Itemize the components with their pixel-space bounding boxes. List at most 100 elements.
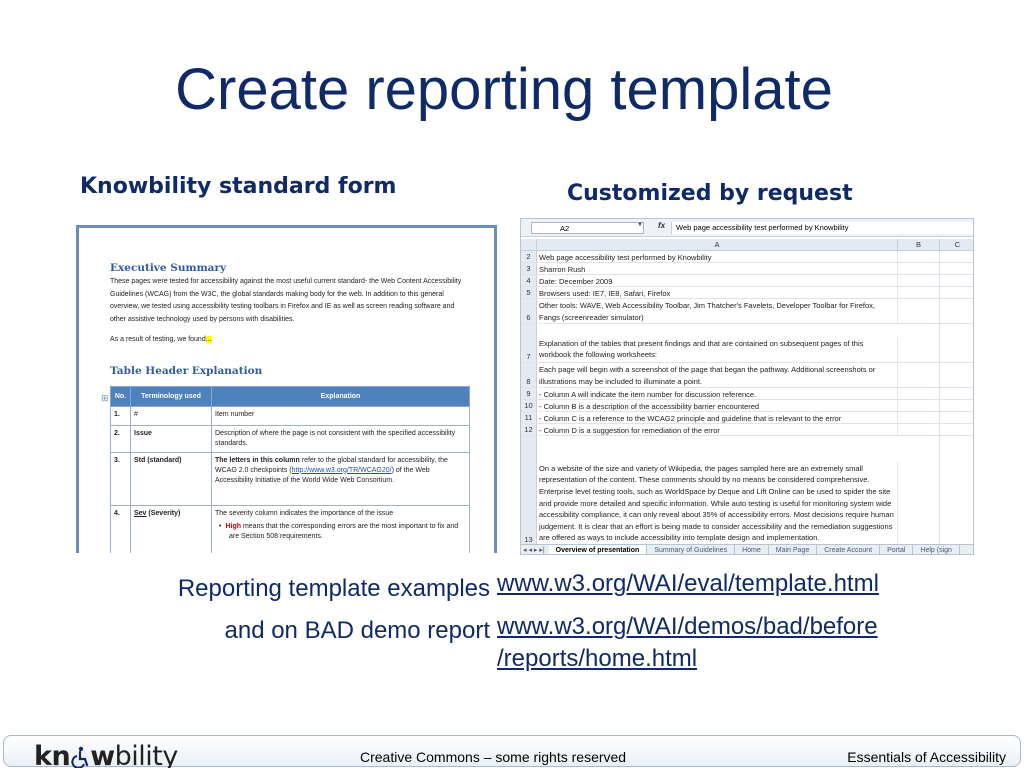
name-box[interactable]: A2 — [531, 222, 644, 234]
cell-b[interactable] — [898, 436, 940, 545]
cell-c[interactable] — [940, 263, 973, 274]
function-icon[interactable]: fx — [658, 221, 665, 230]
cell-b[interactable] — [898, 275, 940, 286]
row-term: Std (standard) — [130, 451, 212, 506]
sheet-tab-summary[interactable]: Summary of Guidelines — [647, 545, 736, 554]
standard-form-screenshot: ⊞ Executive Summary These pages were tes… — [76, 225, 497, 553]
formula-input[interactable]: Web page accessibility test performed by… — [671, 222, 973, 234]
cell-c[interactable] — [940, 324, 973, 362]
cell-a[interactable]: Date: December 2009 — [537, 275, 898, 286]
cell-a[interactable]: Explanation of the tables that present f… — [537, 336, 898, 362]
select-all-corner[interactable] — [521, 239, 537, 251]
cell-b[interactable] — [898, 388, 940, 399]
cell-a[interactable]: - Column A will indicate the item number… — [537, 388, 898, 399]
table-row: 1. # Item number — [110, 405, 470, 426]
sheet-row: 6 Other tools: WAVE, Web Accessibility To… — [521, 299, 973, 324]
cell-a[interactable]: - Column B is a description of the acces… — [537, 400, 898, 411]
wheelchair-o-icon — [71, 746, 89, 768]
slide-title: Create reporting template — [175, 57, 833, 122]
cell-b[interactable] — [898, 251, 940, 262]
chevron-down-icon[interactable]: ▼ — [637, 222, 643, 228]
result-highlight: ... — [205, 336, 212, 343]
row-number[interactable]: 12 — [521, 424, 537, 435]
cell-b[interactable] — [898, 263, 940, 274]
cell-c[interactable] — [940, 388, 973, 399]
cell-a[interactable]: Other tools: WAVE, Web Accessibility Too… — [537, 299, 898, 323]
row-number: 3. — [110, 451, 131, 506]
sheet-tab-home[interactable]: Home — [735, 545, 769, 554]
cell-b[interactable] — [898, 287, 940, 298]
row-number[interactable]: 11 — [521, 412, 537, 423]
cell-a[interactable]: Sharron Rush — [537, 263, 898, 274]
row-number: 1. — [110, 405, 131, 426]
sheet-row: 7 Explanation of the tables that present … — [521, 324, 973, 363]
cell-b[interactable] — [898, 424, 940, 435]
cell-a[interactable]: Browsers used: IE7, IE8, Safari, Firefox — [537, 287, 898, 298]
bad-demo-url-link[interactable]: www.w3.org/WAI/demos/bad/before — [497, 613, 878, 641]
cell-c[interactable] — [940, 412, 973, 423]
cell-c[interactable] — [940, 424, 973, 435]
table-header-row: No. Terminology used Explanation — [110, 385, 470, 407]
cell-c[interactable] — [940, 275, 973, 286]
row-number[interactable]: 9 — [521, 388, 537, 399]
row-number[interactable]: 2 — [521, 251, 537, 262]
column-header-b[interactable]: B — [898, 239, 940, 251]
table-row: 4. Sev (Severity) The severity column in… — [110, 504, 470, 553]
table-header-explanation-heading: Table Header Explanation — [110, 364, 263, 377]
row-term: # — [130, 405, 212, 426]
sheet-row: 5 Browsers used: IE7, IE8, Safari, Firefo… — [521, 287, 973, 299]
cell-c[interactable] — [940, 299, 973, 323]
bad-demo-url-link-continued[interactable]: /reports/home.html — [497, 645, 697, 673]
column-header-row: A B C — [521, 239, 973, 251]
bullet-text: means that the corresponding errors are … — [229, 522, 459, 540]
cell-b[interactable] — [898, 412, 940, 423]
cell-a[interactable]: - Column C is a reference to the WCAG2 p… — [537, 412, 898, 423]
cell-a[interactable]: Web page accessibility test performed by… — [537, 251, 898, 262]
cell-c[interactable] — [940, 363, 973, 387]
wcag20-link[interactable]: http://www.w3.org/TR/WCAG20/ — [292, 467, 392, 474]
sheet-row: 2 Web page accessibility test performed b… — [521, 251, 973, 263]
cell-b[interactable] — [898, 299, 940, 323]
sheet-row: 9 - Column A will indicate the item numb… — [521, 388, 973, 400]
row-term: Sev (Severity) — [130, 504, 212, 553]
executive-summary-text: These pages were tested for accessibilit… — [110, 278, 462, 323]
row-number[interactable]: 5 — [521, 287, 537, 298]
cell-c[interactable] — [940, 436, 973, 545]
row-explanation: Description of where the page is not con… — [211, 424, 470, 453]
cell-c[interactable] — [940, 287, 973, 298]
row-number[interactable]: 7 — [521, 324, 537, 362]
column-header-a[interactable]: A — [537, 239, 898, 251]
row-explanation: The letters in this column refer to the … — [211, 451, 470, 506]
sheet-tab-create-account[interactable]: Create Account — [817, 545, 881, 554]
row-term: Issue — [130, 424, 212, 453]
cell-a[interactable]: Each page will begin with a screenshot o… — [537, 363, 898, 387]
cell-a[interactable]: - Column D is a suggestion for remediati… — [537, 424, 898, 435]
term-rest: (Severity) — [146, 509, 181, 517]
sheet-row: 4 Date: December 2009 — [521, 275, 973, 287]
row-number[interactable]: 6 — [521, 299, 537, 323]
template-url-link[interactable]: www.w3.org/WAI/eval/template.html — [497, 570, 879, 598]
row-number[interactable]: 8 — [521, 363, 537, 387]
result-paragraph: As a result of testing, we found... — [110, 334, 470, 347]
sheet-tab-bar: ◂ ◂ ▸ ▸| Overview of presentation Summary… — [521, 544, 973, 554]
sheet-tab-scroll-buttons[interactable]: ◂ ◂ ▸ ▸| — [521, 546, 547, 554]
row-number[interactable]: 13 — [521, 436, 537, 545]
row-number[interactable]: 3 — [521, 263, 537, 274]
sheet-row: 3 Sharron Rush — [521, 263, 973, 275]
sheet-tab-overview[interactable]: Overview of presentation — [548, 545, 648, 554]
cell-c[interactable] — [940, 251, 973, 262]
sheet-tab-main-page[interactable]: Main Page — [769, 545, 818, 554]
bullet-high: High — [225, 522, 242, 530]
cell-b[interactable] — [898, 400, 940, 411]
row-number[interactable]: 4 — [521, 275, 537, 286]
sheet-tab-portal[interactable]: Portal — [880, 545, 914, 554]
sheet-tab-help[interactable]: Help (sign — [913, 545, 960, 554]
cell-c[interactable] — [940, 400, 973, 411]
cell-b[interactable] — [898, 324, 940, 362]
cell-b[interactable] — [898, 363, 940, 387]
cell-a[interactable]: On a website of the size and variety of … — [537, 461, 898, 545]
column-header-c[interactable]: C — [940, 239, 973, 251]
table-header-no: No. — [110, 385, 131, 407]
footer-license: Creative Commons – some rights reserved — [360, 749, 627, 765]
row-number[interactable]: 10 — [521, 400, 537, 411]
